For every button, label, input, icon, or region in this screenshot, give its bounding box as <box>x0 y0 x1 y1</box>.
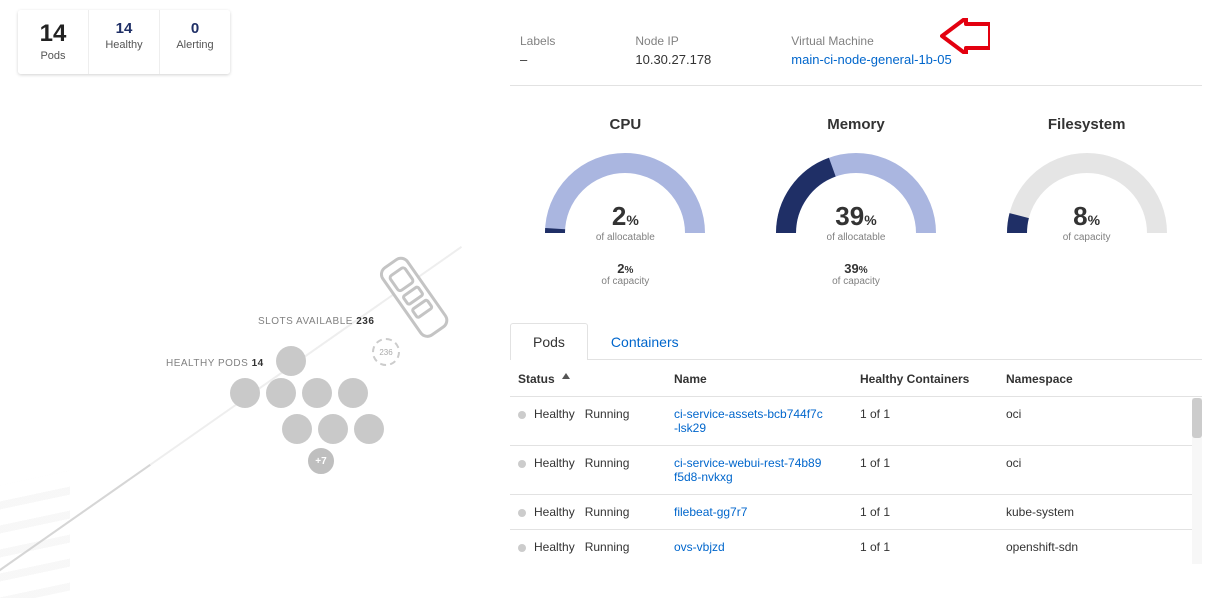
status-dot-icon <box>518 509 526 517</box>
pods-alerting-value: 0 <box>160 20 230 37</box>
col-namespace[interactable]: Namespace <box>1006 372 1073 386</box>
pod-circle <box>338 378 368 408</box>
health-value: Healthy <box>534 505 575 519</box>
pod-circle <box>354 414 384 444</box>
pod-circle <box>318 414 348 444</box>
pod-name-link[interactable]: ci-service-assets-bcb744f7c-lsk29 <box>674 407 824 435</box>
pod-name-link[interactable]: ovs-vbjzd <box>674 540 824 554</box>
state-value: Running <box>585 407 630 421</box>
slots-viz: SLOTS AVAILABLE 236 HEALTHY PODS 14 236 … <box>10 240 440 580</box>
gauge-caption: of allocatable <box>771 232 941 243</box>
table-row[interactable]: Healthy Running ovs-vbjzd 1 of 1 openshi… <box>510 530 1202 565</box>
health-value: Healthy <box>534 456 575 470</box>
status-dot-icon <box>518 460 526 468</box>
vm-field: Virtual Machine main-ci-node-general-1b-… <box>791 34 951 67</box>
pods-healthy-value: 14 <box>89 20 159 37</box>
gauge-caption: of capacity <box>1002 232 1172 243</box>
summary-cards: 14 Pods 14 Healthy 0 Alerting <box>18 10 230 74</box>
pods-total-value: 14 <box>18 20 88 48</box>
gauges-row: CPU 2% of allocatable 2%of capacity Memo… <box>510 116 1202 287</box>
table-row[interactable]: Healthy Running ci-service-webui-rest-74… <box>510 446 1202 495</box>
labels-value: – <box>520 52 555 67</box>
table-row[interactable]: Healthy Running filebeat-gg7r7 1 of 1 ku… <box>510 495 1202 530</box>
healthy-containers-value: 1 of 1 <box>852 495 998 530</box>
gauge-title: Filesystem <box>1048 116 1126 133</box>
pods-total-card[interactable]: 14 Pods <box>18 10 89 74</box>
detail-panel: Labels – Node IP 10.30.27.178 Virtual Ma… <box>510 26 1202 564</box>
pod-circle <box>230 378 260 408</box>
labels-label: Labels <box>520 34 555 48</box>
nodeip-field: Node IP 10.30.27.178 <box>635 34 711 67</box>
col-status[interactable]: Status <box>518 372 555 386</box>
gauge-value: 2% <box>540 201 710 232</box>
vm-label: Virtual Machine <box>791 34 951 48</box>
namespace-value: oci <box>998 446 1202 495</box>
pods-alerting-label: Alerting <box>160 39 230 51</box>
gauge-title: Memory <box>827 116 885 133</box>
health-value: Healthy <box>534 540 575 554</box>
namespace-value: oci <box>998 397 1202 446</box>
pods-table-wrap: Status Name Healthy Containers Namespace… <box>510 360 1202 564</box>
gauge-value: 8% <box>1002 201 1172 232</box>
pods-table: Status Name Healthy Containers Namespace… <box>510 360 1202 564</box>
pods-alerting-card[interactable]: 0 Alerting <box>160 10 230 74</box>
gauge-title: CPU <box>609 116 641 133</box>
scrollbar-thumb[interactable] <box>1192 398 1202 438</box>
pods-overflow-badge[interactable]: +7 <box>306 446 336 476</box>
healthy-containers-value: 1 of 1 <box>852 446 998 495</box>
table-row[interactable]: Healthy Running ci-service-assets-bcb744… <box>510 397 1202 446</box>
gauge-value: 39% <box>771 201 941 232</box>
pod-circle <box>282 414 312 444</box>
healthy-containers-value: 1 of 1 <box>852 397 998 446</box>
pod-name-link[interactable]: filebeat-gg7r7 <box>674 505 824 519</box>
col-healthy[interactable]: Healthy Containers <box>860 372 969 386</box>
tabs-bar: Pods Containers <box>510 323 1202 360</box>
status-dot-icon <box>518 411 526 419</box>
state-value: Running <box>585 505 630 519</box>
gauge-caption: of allocatable <box>540 232 710 243</box>
tab-pods[interactable]: Pods <box>510 323 588 360</box>
namespace-value: openshift-sdn <box>998 530 1202 565</box>
pods-healthy-label: Healthy <box>89 39 159 51</box>
state-value: Running <box>585 456 630 470</box>
col-name[interactable]: Name <box>674 372 707 386</box>
tab-containers[interactable]: Containers <box>588 323 702 360</box>
gauge-memory: Memory 39% of allocatable 39%of capacity <box>756 116 956 287</box>
bg-stripes <box>0 471 70 598</box>
pod-circle <box>302 378 332 408</box>
pod-circle <box>266 378 296 408</box>
gauge-cpu: CPU 2% of allocatable 2%of capacity <box>525 116 725 287</box>
pod-circle <box>276 346 306 376</box>
state-value: Running <box>585 540 630 554</box>
info-bar: Labels – Node IP 10.30.27.178 Virtual Ma… <box>510 26 1202 86</box>
vm-link[interactable]: main-ci-node-general-1b-05 <box>791 52 951 67</box>
healthy-containers-value: 1 of 1 <box>852 530 998 565</box>
namespace-value: kube-system <box>998 495 1202 530</box>
labels-field: Labels – <box>520 34 555 67</box>
pods-total-label: Pods <box>18 50 88 62</box>
pods-healthy-card[interactable]: 14 Healthy <box>89 10 160 74</box>
nodeip-label: Node IP <box>635 34 711 48</box>
healthy-pods-label: HEALTHY PODS 14 <box>166 358 264 369</box>
pod-name-link[interactable]: ci-service-webui-rest-74b89f5d8-nvkxg <box>674 456 824 484</box>
sort-asc-icon <box>562 372 570 386</box>
health-value: Healthy <box>534 407 575 421</box>
nodeip-value: 10.30.27.178 <box>635 52 711 67</box>
status-dot-icon <box>518 544 526 552</box>
slots-pin: 236 <box>372 338 400 366</box>
slots-available-label: SLOTS AVAILABLE 236 <box>258 316 374 327</box>
gauge-filesystem: Filesystem 8% of capacity 0x <box>987 116 1187 287</box>
annotation-arrow-icon <box>940 18 990 57</box>
